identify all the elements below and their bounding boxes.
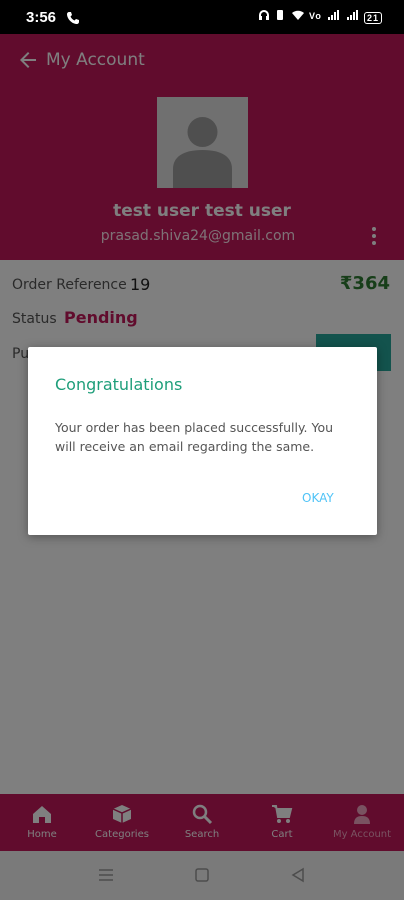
vibrate-icon: [277, 10, 284, 20]
svg-text:Vo: Vo: [309, 11, 322, 21]
order-success-dialog: Congratulations Your order has been plac…: [28, 347, 377, 535]
battery-level: 21: [366, 13, 379, 23]
status-icons: Vo 21: [258, 9, 382, 24]
status-bar: 3:56 Vo 21: [0, 0, 404, 34]
battery-icon: 21: [363, 12, 382, 24]
dialog-title: Congratulations: [55, 375, 183, 394]
volte-icon: Vo: [309, 11, 322, 21]
status-time: 3:56: [26, 9, 57, 26]
signal-icon: [328, 10, 340, 20]
wifi-icon: [291, 10, 304, 20]
dialog-message: Your order has been placed successfully.…: [55, 420, 334, 454]
signal-2-icon: [346, 10, 358, 20]
okay-button[interactable]: OKAY: [296, 488, 340, 508]
phone-call-icon: [67, 12, 79, 24]
headset-icon: [258, 10, 269, 20]
